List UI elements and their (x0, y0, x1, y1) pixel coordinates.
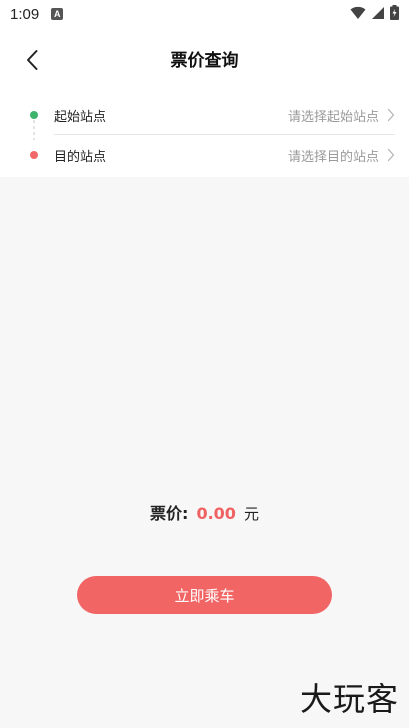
end-station-placeholder: 请选择目的站点 (287, 150, 379, 165)
signal-icon (372, 6, 384, 19)
ride-now-button[interactable]: 立即乘车 (77, 576, 332, 614)
status-bar: 1:09 A (0, 0, 409, 28)
start-station-label: 起始站点 (54, 110, 107, 125)
chevron-right-icon (387, 108, 395, 122)
fare-unit: 元 (243, 505, 259, 523)
fare-value: 0.00 (196, 504, 236, 523)
fare-label: 票价: (150, 504, 189, 523)
fare-display: 票价: 0.00 元 (0, 500, 409, 524)
end-station-label: 目的站点 (54, 150, 107, 165)
start-station-placeholder: 请选择起始站点 (287, 110, 379, 125)
battery-icon (390, 5, 399, 20)
status-icons (350, 5, 399, 20)
end-station-row[interactable]: 目的站点 请选择目的站点 (0, 135, 409, 175)
start-dot-icon (30, 111, 38, 119)
app-header: 票价查询 (0, 28, 409, 90)
watermark-logo: 大玩客 (299, 680, 399, 718)
start-station-row[interactable]: 起始站点 请选择起始站点 (0, 95, 409, 135)
wifi-icon (350, 6, 366, 19)
chevron-right-icon (387, 148, 395, 162)
status-time: 1:09 (10, 5, 40, 23)
page-title: 票价查询 (170, 51, 239, 71)
notification-icon: A (51, 8, 64, 20)
station-selector: 起始站点 请选择起始站点 目的站点 请选择目的站点 (0, 90, 409, 177)
end-dot-icon (30, 151, 38, 159)
